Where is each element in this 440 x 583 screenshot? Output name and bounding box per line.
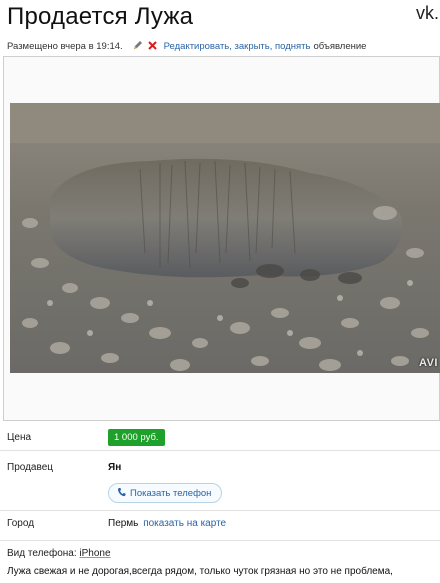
phone-type-value: iPhone [79, 548, 111, 559]
listing-title: Продается Лужа [7, 3, 194, 30]
price-label: Цена [7, 432, 32, 443]
divider [0, 540, 440, 541]
divider [0, 450, 440, 451]
city-value: Пермь показать на карте [108, 518, 226, 529]
posted-line: Размещено вчера в 19:14. Редактировать, … [7, 40, 366, 53]
phone-type: Вид телефона: iPhone [7, 548, 111, 559]
show-phone-button[interactable]: Показать телефон [108, 483, 223, 503]
city-label: Город [7, 518, 35, 529]
listing-description: Лужа свежая и не дорогая,всегда рядом, т… [7, 566, 393, 577]
price-badge: 1 000 руб. [108, 429, 165, 446]
seller-name: Ян [108, 462, 122, 473]
phone-type-label: Вид телефона: [7, 548, 77, 559]
vk-watermark: vk. [416, 3, 440, 23]
edit-listing-link[interactable]: Редактировать, закрыть, поднять [164, 41, 311, 52]
phone-icon [117, 487, 126, 500]
edit-suffix: объявление [313, 41, 367, 53]
show-on-map-link[interactable]: показать на карте [143, 518, 226, 529]
divider [0, 510, 440, 511]
posted-time: Размещено вчера в 19:14. [7, 41, 123, 53]
show-phone-label: Показать телефон [130, 487, 212, 499]
listing-photo[interactable]: AVI [10, 103, 440, 373]
cross-icon[interactable] [148, 40, 157, 53]
photo-watermark: AVI [418, 357, 438, 369]
city-name: Пермь [108, 518, 139, 529]
pencil-icon[interactable] [133, 40, 143, 53]
seller-label: Продавец [7, 462, 53, 473]
